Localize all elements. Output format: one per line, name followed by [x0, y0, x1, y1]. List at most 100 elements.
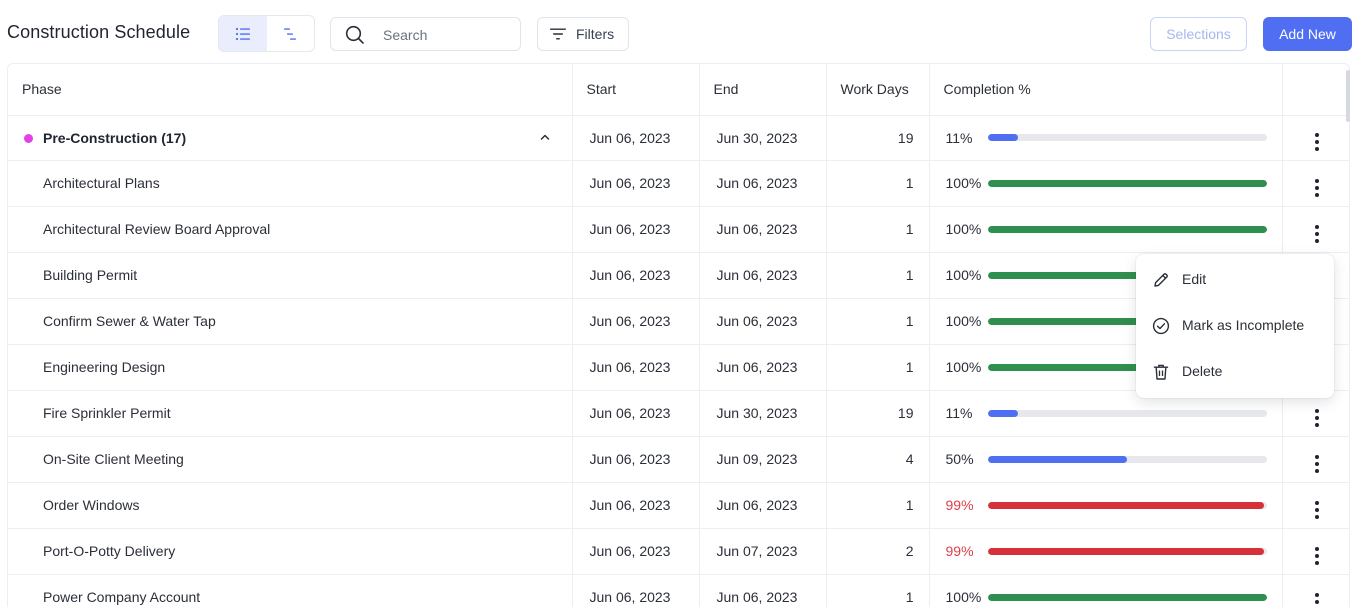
row-progress-bar [987, 225, 1267, 233]
list-icon [235, 27, 250, 40]
menu-item-mark-incomplete-label: Mark as Incomplete [1182, 317, 1305, 333]
add-new-button[interactable]: Add New [1263, 17, 1352, 51]
trash-icon [1153, 364, 1169, 380]
filters-button[interactable]: Filters [537, 17, 629, 51]
list-view-button[interactable] [219, 16, 267, 51]
row-progress-fill [987, 409, 1019, 417]
menu-item-edit-label: Edit [1182, 271, 1207, 287]
row-completion-label: 100% [945, 175, 982, 191]
column-header-work-days[interactable]: Work Days [826, 64, 930, 116]
row-progress-fill [987, 225, 1267, 233]
more-vertical-icon [1314, 500, 1319, 519]
menu-item-delete[interactable]: Delete [1136, 352, 1334, 392]
row-start: Jun 06, 2023 [572, 344, 700, 391]
group-more-button[interactable] [1282, 115, 1349, 161]
vertical-scrollbar[interactable] [1346, 70, 1350, 122]
table-row[interactable]: Order Windows Jun 06, 2023 Jun 06, 2023 1 99… [8, 482, 1349, 529]
row-end: Jun 06, 2023 [699, 206, 827, 253]
row-end: Jun 06, 2023 [699, 252, 827, 299]
more-vertical-icon [1314, 546, 1319, 565]
group-cell: Pre-Construction (17) [8, 115, 573, 161]
row-progress-bar [987, 501, 1267, 509]
column-header-start[interactable]: Start [572, 64, 700, 116]
row-phase: Confirm Sewer & Water Tap [8, 298, 573, 345]
row-work-days: 19 [826, 390, 930, 437]
table-row[interactable]: On-Site Client Meeting Jun 06, 2023 Jun 09… [8, 436, 1349, 483]
row-completion-label: 99% [945, 497, 974, 513]
row-start: Jun 06, 2023 [572, 436, 700, 483]
row-completion: 100% [929, 574, 1283, 607]
row-end: Jun 06, 2023 [699, 574, 827, 607]
group-label: Pre-Construction (17) [43, 129, 187, 146]
row-work-days: 4 [826, 436, 930, 483]
more-vertical-icon [1314, 408, 1319, 427]
table-row[interactable]: Architectural Plans Jun 06, 2023 Jun 06, 2… [8, 160, 1349, 207]
row-start: Jun 06, 2023 [572, 482, 700, 529]
row-completion-label: 100% [945, 267, 982, 283]
row-work-days: 1 [826, 574, 930, 607]
group-completion-label: 11% [945, 129, 973, 146]
row-completion: 100% [929, 206, 1283, 253]
row-more-button[interactable] [1282, 528, 1349, 575]
row-end: Jun 06, 2023 [699, 298, 827, 345]
more-vertical-icon [1314, 178, 1319, 197]
row-more-button[interactable] [1282, 206, 1349, 253]
row-work-days: 1 [826, 206, 930, 253]
table-row[interactable]: Architectural Review Board Approval Jun 0… [8, 206, 1349, 253]
row-more-button[interactable] [1282, 436, 1349, 483]
menu-item-mark-incomplete[interactable]: Mark as Incomplete [1136, 306, 1334, 346]
table-row[interactable]: Port-O-Potty Delivery Jun 06, 2023 Jun 07,… [8, 528, 1349, 575]
row-start: Jun 06, 2023 [572, 298, 700, 345]
row-more-button[interactable] [1282, 574, 1349, 607]
row-completion-label: 11% [945, 405, 973, 421]
menu-item-edit[interactable]: Edit [1136, 260, 1334, 300]
menu-item-delete-label: Delete [1182, 363, 1223, 379]
row-completion-label: 100% [945, 589, 982, 605]
view-toggle [218, 15, 315, 52]
pencil-icon [1154, 273, 1168, 287]
row-completion-label: 50% [945, 451, 974, 467]
group-start: Jun 06, 2023 [572, 115, 700, 161]
row-progress-bar [987, 593, 1267, 601]
row-end: Jun 30, 2023 [699, 390, 827, 437]
row-work-days: 1 [826, 252, 930, 299]
row-phase: Order Windows [8, 482, 573, 529]
selections-button[interactable]: Selections [1150, 17, 1247, 51]
row-more-button[interactable] [1282, 482, 1349, 529]
column-header-phase[interactable]: Phase [8, 64, 573, 116]
row-phase: Fire Sprinkler Permit [8, 390, 573, 437]
table-row[interactable]: Power Company Account Jun 06, 2023 Jun 06,… [8, 574, 1349, 607]
row-completion-label: 100% [945, 359, 982, 375]
chevron-up-icon[interactable] [539, 131, 551, 143]
group-work-days: 19 [826, 115, 930, 161]
row-work-days: 1 [826, 298, 930, 345]
row-start: Jun 06, 2023 [572, 574, 700, 607]
row-progress-fill [987, 593, 1267, 601]
filter-icon [550, 28, 566, 40]
column-header-end[interactable]: End [699, 64, 827, 116]
row-phase: Engineering Design [8, 344, 573, 391]
row-phase: Building Permit [8, 252, 573, 299]
row-work-days: 2 [826, 528, 930, 575]
page-title: Construction Schedule [7, 22, 191, 42]
search-box[interactable] [330, 17, 521, 51]
group-end: Jun 30, 2023 [699, 115, 827, 161]
column-header-completion[interactable]: Completion % [929, 64, 1283, 116]
gantt-view-button[interactable] [267, 16, 315, 51]
row-more-button[interactable] [1282, 160, 1349, 207]
search-input[interactable] [383, 26, 513, 44]
check-circle-icon [1152, 317, 1170, 335]
row-start: Jun 06, 2023 [572, 528, 700, 575]
more-vertical-icon [1314, 133, 1319, 151]
row-progress-bar [987, 455, 1267, 463]
row-phase: On-Site Client Meeting [8, 436, 573, 483]
group-progress-bar [987, 134, 1267, 141]
filters-label: Filters [576, 26, 615, 42]
column-header-actions [1282, 64, 1349, 116]
toolbar: Construction Schedule Search Filters Sel… [0, 0, 1366, 64]
group-progress-fill [987, 134, 1019, 141]
row-work-days: 1 [826, 344, 930, 391]
group-row-pre-construction[interactable]: Pre-Construction (17) Jun 06, 2023 Jun 3… [8, 115, 1349, 161]
row-end: Jun 06, 2023 [699, 160, 827, 207]
row-phase: Architectural Review Board Approval [8, 206, 573, 253]
